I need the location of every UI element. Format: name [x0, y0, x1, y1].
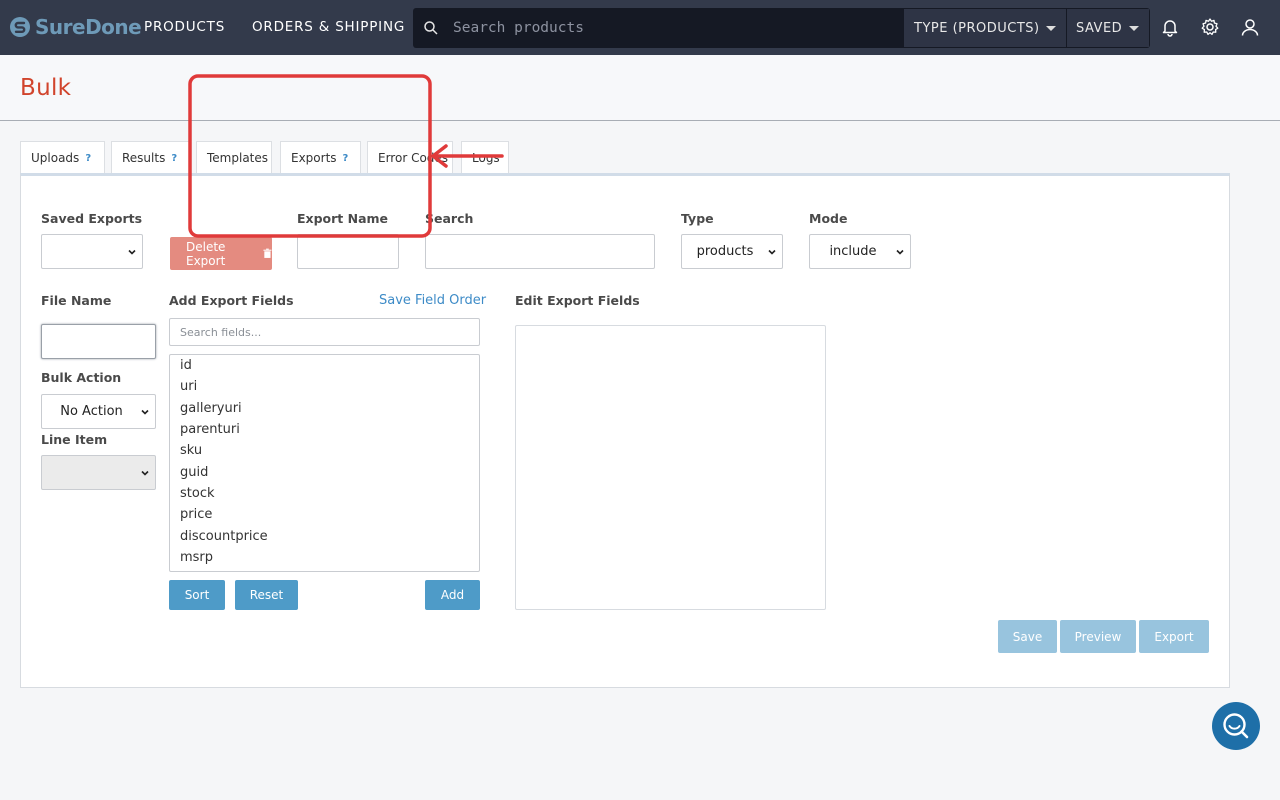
exports-panel: Saved Exports Delete Export Export Name … — [20, 173, 1230, 688]
global-search-input[interactable] — [453, 16, 893, 40]
save-field-order-link[interactable]: Save Field Order — [379, 293, 486, 308]
field-search-input[interactable]: Search fields... — [169, 318, 480, 346]
tab-error-codes[interactable]: Error Codes — [367, 141, 453, 173]
tab-label: Templates — [207, 150, 269, 165]
field-search-placeholder: Search fields... — [180, 325, 262, 339]
available-fields-list[interactable]: id uri galleryuri parenturi sku guid sto… — [169, 354, 480, 572]
help-icon[interactable]: ? — [343, 153, 349, 164]
delete-export-button[interactable]: Delete Export — [170, 237, 272, 270]
chevron-down-icon — [1129, 26, 1139, 31]
tab-label: Error Codes — [378, 150, 449, 165]
select-value: include — [829, 244, 877, 259]
trash-icon — [263, 248, 272, 258]
list-item[interactable]: id — [180, 358, 192, 373]
chat-support-button[interactable] — [1212, 702, 1260, 750]
chevron-down-icon — [141, 409, 149, 415]
type-select[interactable]: products — [681, 234, 783, 269]
reset-button[interactable]: Reset — [235, 580, 298, 610]
tab-results[interactable]: Results ? — [111, 141, 191, 173]
save-button[interactable]: Save — [998, 620, 1057, 653]
list-item[interactable]: uri — [180, 379, 197, 394]
help-icon[interactable]: ? — [171, 153, 177, 164]
gear-icon[interactable] — [1200, 17, 1220, 37]
suredone-logo[interactable]: SureDone — [9, 14, 142, 40]
type-dropdown-label: TYPE (PRODUCTS) — [914, 20, 1040, 36]
list-item[interactable]: price — [180, 507, 212, 522]
file-name-input[interactable] — [41, 324, 156, 359]
mode-label: Mode — [809, 211, 848, 226]
mode-select[interactable]: include — [809, 234, 911, 269]
tab-label: Results — [122, 150, 166, 165]
list-item[interactable]: sku — [180, 443, 202, 458]
sort-button[interactable]: Sort — [169, 580, 225, 610]
tab-logs[interactable]: Logs — [461, 141, 509, 173]
chevron-down-icon — [141, 470, 149, 476]
top-navbar: SureDone PRODUCTS ORDERS & SHIPPING TYPE… — [0, 0, 1280, 55]
tab-uploads[interactable]: Uploads ? — [20, 141, 105, 173]
bulk-action-label: Bulk Action — [41, 370, 122, 385]
saved-dropdown[interactable]: SAVED — [1067, 9, 1149, 47]
page-header: Bulk — [0, 55, 1280, 121]
bulk-action-select[interactable]: No Action — [41, 394, 156, 429]
edit-export-fields-list[interactable] — [515, 325, 826, 610]
chevron-down-icon — [896, 249, 904, 255]
export-name-label: Export Name — [297, 211, 389, 226]
chat-icon — [1223, 713, 1249, 739]
list-item[interactable]: discountprice — [180, 529, 268, 544]
search-input[interactable] — [425, 234, 655, 269]
tab-label: Logs — [472, 150, 500, 165]
edit-export-fields-label: Edit Export Fields — [515, 293, 640, 308]
file-name-label: File Name — [41, 293, 112, 308]
search-label: Search — [425, 211, 474, 226]
list-item[interactable]: galleryuri — [180, 401, 242, 416]
nav-orders-shipping[interactable]: ORDERS & SHIPPING — [252, 19, 405, 35]
nav-products[interactable]: PRODUCTS — [144, 19, 225, 35]
line-item-label: Line Item — [41, 432, 108, 447]
list-item[interactable]: stock — [180, 486, 215, 501]
type-products-dropdown[interactable]: TYPE (PRODUCTS) — [904, 9, 1066, 47]
bell-icon[interactable] — [1160, 17, 1180, 37]
tab-label: Uploads — [31, 150, 80, 165]
logo-mark-icon — [10, 17, 30, 37]
delete-export-label: Delete Export — [186, 239, 226, 268]
global-search-bar: TYPE (PRODUCTS) SAVED — [413, 8, 1150, 48]
logo-text: SureDone — [35, 15, 142, 39]
user-icon[interactable] — [1240, 17, 1260, 37]
select-value: No Action — [60, 404, 123, 419]
tab-exports[interactable]: Exports ? — [280, 141, 361, 173]
tab-label: Exports — [291, 150, 337, 165]
chevron-down-icon — [128, 249, 136, 255]
page-title: Bulk — [20, 75, 72, 101]
saved-exports-label: Saved Exports — [41, 211, 143, 226]
chevron-down-icon — [768, 249, 776, 255]
type-label: Type — [681, 211, 714, 226]
list-item[interactable]: parenturi — [180, 422, 240, 437]
chevron-down-icon — [1046, 26, 1056, 31]
add-export-fields-label: Add Export Fields — [169, 293, 294, 308]
add-button[interactable]: Add — [425, 580, 480, 610]
help-icon[interactable]: ? — [85, 153, 91, 164]
list-item[interactable]: msrp — [180, 550, 213, 565]
saved-dropdown-label: SAVED — [1076, 20, 1123, 36]
preview-button[interactable]: Preview — [1060, 620, 1136, 653]
select-value: products — [696, 244, 754, 259]
line-item-select[interactable] — [41, 455, 156, 490]
search-icon — [424, 21, 438, 35]
list-item[interactable]: guid — [180, 465, 208, 480]
saved-exports-select[interactable] — [41, 234, 143, 269]
tab-templates[interactable]: Templates — [196, 141, 272, 173]
export-button[interactable]: Export — [1139, 620, 1209, 653]
export-name-input[interactable] — [297, 234, 399, 269]
